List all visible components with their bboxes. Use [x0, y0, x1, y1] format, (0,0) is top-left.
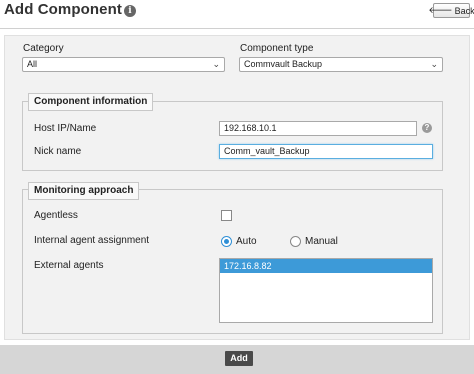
external-agents-label: External agents	[34, 260, 104, 271]
help-icon[interactable]: ?	[422, 123, 432, 133]
add-button[interactable]: Add	[225, 351, 253, 366]
component-type-select[interactable]: Commvault Backup ⌄	[239, 57, 443, 72]
agentless-checkbox[interactable]	[221, 210, 232, 221]
page-header: Add Component i 🡐 Back	[0, 0, 474, 22]
external-agents-list[interactable]: 172.16.8.82	[219, 258, 433, 323]
category-select-value: All	[27, 59, 38, 69]
back-button-label: Back	[454, 5, 474, 16]
nick-name-input[interactable]: Comm_vault_Backup	[219, 144, 433, 159]
chevron-down-icon: ⌄	[430, 59, 438, 69]
category-select[interactable]: All ⌄	[22, 57, 225, 72]
host-label: Host IP/Name	[34, 123, 97, 134]
page-title: Add Component	[4, 1, 122, 18]
manual-radio-label[interactable]: Manual	[305, 236, 338, 247]
nick-name-label: Nick name	[34, 146, 82, 157]
agentless-label: Agentless	[34, 210, 78, 221]
auto-radio[interactable]	[221, 236, 232, 247]
monitoring-legend: Monitoring approach	[28, 182, 140, 200]
back-button[interactable]: 🡐 Back	[428, 3, 474, 18]
component-type-label: Component type	[240, 43, 314, 54]
manual-radio[interactable]	[290, 236, 301, 247]
host-input[interactable]: 192.168.10.1	[219, 121, 417, 136]
assignment-label: Internal agent assignment	[34, 235, 150, 246]
component-info-legend: Component information	[28, 93, 154, 111]
arrow-left-icon: 🡐	[428, 5, 453, 15]
component-type-select-value: Commvault Backup	[244, 59, 323, 69]
chevron-down-icon: ⌄	[212, 59, 220, 69]
info-icon[interactable]: i	[124, 5, 136, 17]
category-label: Category	[23, 43, 64, 54]
list-item[interactable]: 172.16.8.82	[220, 259, 432, 273]
auto-radio-label[interactable]: Auto	[236, 236, 257, 247]
component-info-section: Component information	[22, 93, 443, 171]
header-divider	[0, 28, 474, 29]
